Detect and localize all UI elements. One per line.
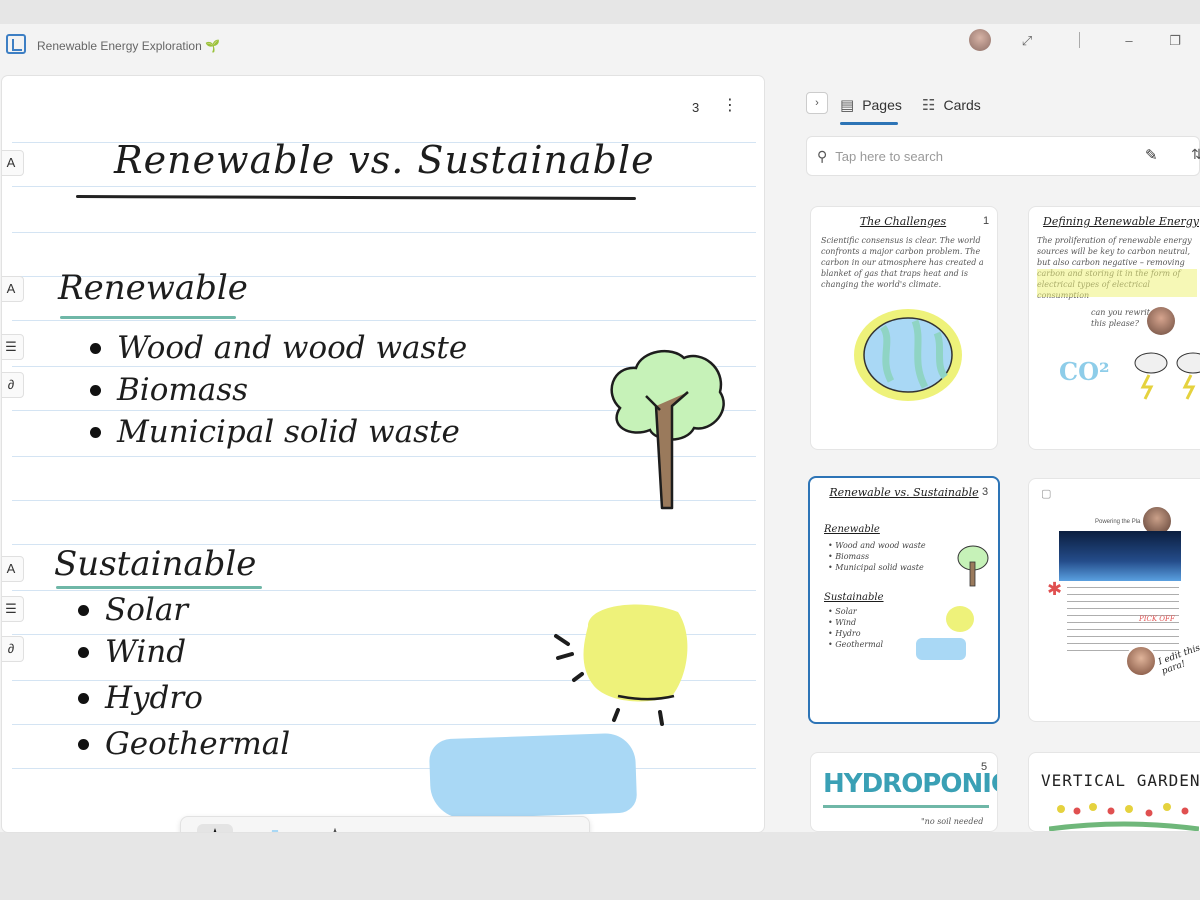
- add-pen-icon[interactable]: ⊕: [437, 827, 467, 832]
- ink-convert-icon[interactable]: ∂: [2, 372, 24, 398]
- ink-convert-icon[interactable]: ∂: [2, 636, 24, 662]
- tree-drawing: [610, 350, 725, 510]
- minimize-icon[interactable]: –: [1118, 30, 1140, 52]
- page-thumbnail-text: Scientific consensus is clear. The world…: [821, 236, 984, 289]
- window-title: Renewable Energy Exploration 🌱: [37, 39, 221, 53]
- pdf-icon: ▢: [1041, 488, 1052, 500]
- collaborator-avatar: [1147, 307, 1175, 335]
- mini-tree-drawing: [957, 545, 989, 587]
- flowers-drawing: [1049, 803, 1199, 831]
- storm-cloud-drawing: [1134, 352, 1200, 400]
- more-options-icon[interactable]: ⋮: [720, 96, 740, 116]
- page-thumbnail-list: • Solar • Wind • Hydro • Geothermal: [828, 607, 884, 649]
- search-input[interactable]: [835, 148, 1126, 164]
- search-icon: ⚲: [817, 147, 828, 164]
- ink-search-icon[interactable]: ✎: [1145, 146, 1158, 164]
- list-item: Wind: [78, 634, 186, 670]
- ruled-line: [12, 186, 756, 187]
- pen-toolbar: ⊕ ↶ ↷: [180, 816, 590, 832]
- text-format-icon[interactable]: A: [2, 276, 24, 302]
- app-window: Renewable Energy Exploration 🌱 ⤢ – ❐ 3 ⋮…: [0, 24, 1200, 832]
- list-item: Geothermal: [78, 726, 290, 762]
- page-thumbnail-heading: Renewable: [824, 524, 880, 535]
- ink-canvas[interactable]: 3 ⋮ A A ☰ ∂ A ☰ ∂ Renewable vs. Sustaina…: [2, 76, 764, 832]
- page-thumbnail-title: HYDROPONICS: [823, 769, 997, 799]
- pencil-tool[interactable]: [317, 824, 353, 832]
- list-icon[interactable]: ☰: [2, 334, 24, 360]
- globe-drawing: [854, 309, 962, 401]
- filter-icon[interactable]: ⇅: [1191, 146, 1200, 163]
- tab-cards[interactable]: ☷ Cards: [922, 90, 981, 120]
- search-bar: ⚲ ✎ ⇅: [806, 136, 1200, 176]
- ruled-line: [12, 232, 756, 233]
- text-format-icon[interactable]: A: [2, 150, 24, 176]
- title-bar: Renewable Energy Exploration 🌱 ⤢ – ❐: [0, 24, 1200, 68]
- list-item: Wood and wood waste: [90, 330, 467, 366]
- collapse-panel-button[interactable]: ›: [806, 92, 828, 114]
- list-item: Municipal solid waste: [90, 414, 460, 450]
- undo-icon[interactable]: ↶: [491, 827, 521, 832]
- page-thumbnail-selected[interactable]: Renewable vs. Sustainable 3 Renewable • …: [808, 476, 1000, 724]
- page-thumbnail-number: 1: [983, 215, 990, 227]
- page-thumbnail[interactable]: The Challenges 1 Scientific consensus is…: [810, 206, 998, 450]
- earth-image: [1059, 531, 1181, 581]
- page-thumbnail-title: VERTICAL GARDEN: [1041, 771, 1200, 790]
- mini-highlight-stroke: [916, 638, 966, 660]
- redo-icon[interactable]: ↷: [545, 827, 575, 832]
- highlighter-blue-tool[interactable]: [257, 824, 293, 832]
- restore-icon[interactable]: ❐: [1164, 30, 1186, 52]
- handwritten-note: PICK OFF: [1139, 615, 1175, 623]
- pages-icon: ▤: [840, 97, 855, 114]
- titlebar-divider: [1079, 32, 1080, 48]
- co2-label: CO²: [1059, 357, 1110, 386]
- eraser-tool[interactable]: [377, 824, 413, 832]
- page-title: Renewable vs. Sustainable: [114, 138, 655, 182]
- list-item: Solar: [78, 592, 188, 628]
- page-thumbnail[interactable]: VERTICAL GARDEN: [1028, 752, 1200, 832]
- cards-icon: ☷: [922, 97, 936, 114]
- page-thumbnail-title: The Challenges: [859, 215, 947, 228]
- tab-pages[interactable]: ▤ Pages: [840, 90, 902, 120]
- ruled-line: [12, 320, 756, 321]
- page-thumbnail-list: • Wood and wood waste • Biomass • Munici…: [828, 541, 926, 572]
- page-thumbnail-title: Powering the Pla: [1095, 519, 1141, 525]
- page-thumbnail-subtitle: "no soil needed: [921, 817, 984, 826]
- sun-drawing: [554, 604, 688, 726]
- page-thumbnail[interactable]: ▢ Powering the Pla ✱ PICK OFF I edit thi…: [1028, 478, 1200, 722]
- section-heading: Sustainable: [54, 544, 257, 584]
- page-thumbnail-number: 3: [982, 486, 989, 498]
- text-format-icon[interactable]: A: [2, 556, 24, 582]
- ruled-line: [12, 590, 756, 591]
- user-avatar[interactable]: [969, 29, 991, 51]
- page-thumbnail[interactable]: 5 HYDROPONICS "no soil needed: [810, 752, 998, 832]
- pages-panel: › ▤Pages ☷Cards ⚲ ✎ ⇅ The Challenges 1 S…: [790, 76, 1200, 832]
- yellow-highlight: [1037, 269, 1197, 297]
- active-tab-indicator: [840, 122, 898, 125]
- section-heading: Renewable: [58, 268, 248, 308]
- title-underline: [823, 805, 989, 808]
- list-icon[interactable]: ☰: [2, 596, 24, 622]
- asterisk-mark: ✱: [1047, 579, 1063, 599]
- mini-sun-drawing: [946, 606, 974, 632]
- ruled-line: [12, 768, 756, 769]
- heading-underline: [56, 586, 262, 589]
- page-thumbnail-title: Defining Renewable Energy: [1043, 215, 1199, 228]
- title-underline: [75, 195, 637, 200]
- collaborator-avatar: [1125, 645, 1157, 677]
- list-item: Biomass: [90, 372, 248, 408]
- heading-underline: [60, 316, 236, 319]
- page-number: 3: [692, 100, 700, 115]
- page-thumbnail-title: Renewable vs. Sustainable: [829, 486, 979, 499]
- page-thumbnail[interactable]: Defining Renewable Energy 2 The prolifer…: [1028, 206, 1200, 450]
- notebook-app-icon: [6, 34, 26, 54]
- page-thumbnail-heading: Sustainable: [824, 592, 884, 603]
- pen-black-tool[interactable]: [197, 824, 233, 832]
- expand-icon[interactable]: ⤢: [1016, 30, 1038, 52]
- blue-highlight-stroke: [428, 732, 638, 820]
- list-item: Hydro: [78, 680, 203, 716]
